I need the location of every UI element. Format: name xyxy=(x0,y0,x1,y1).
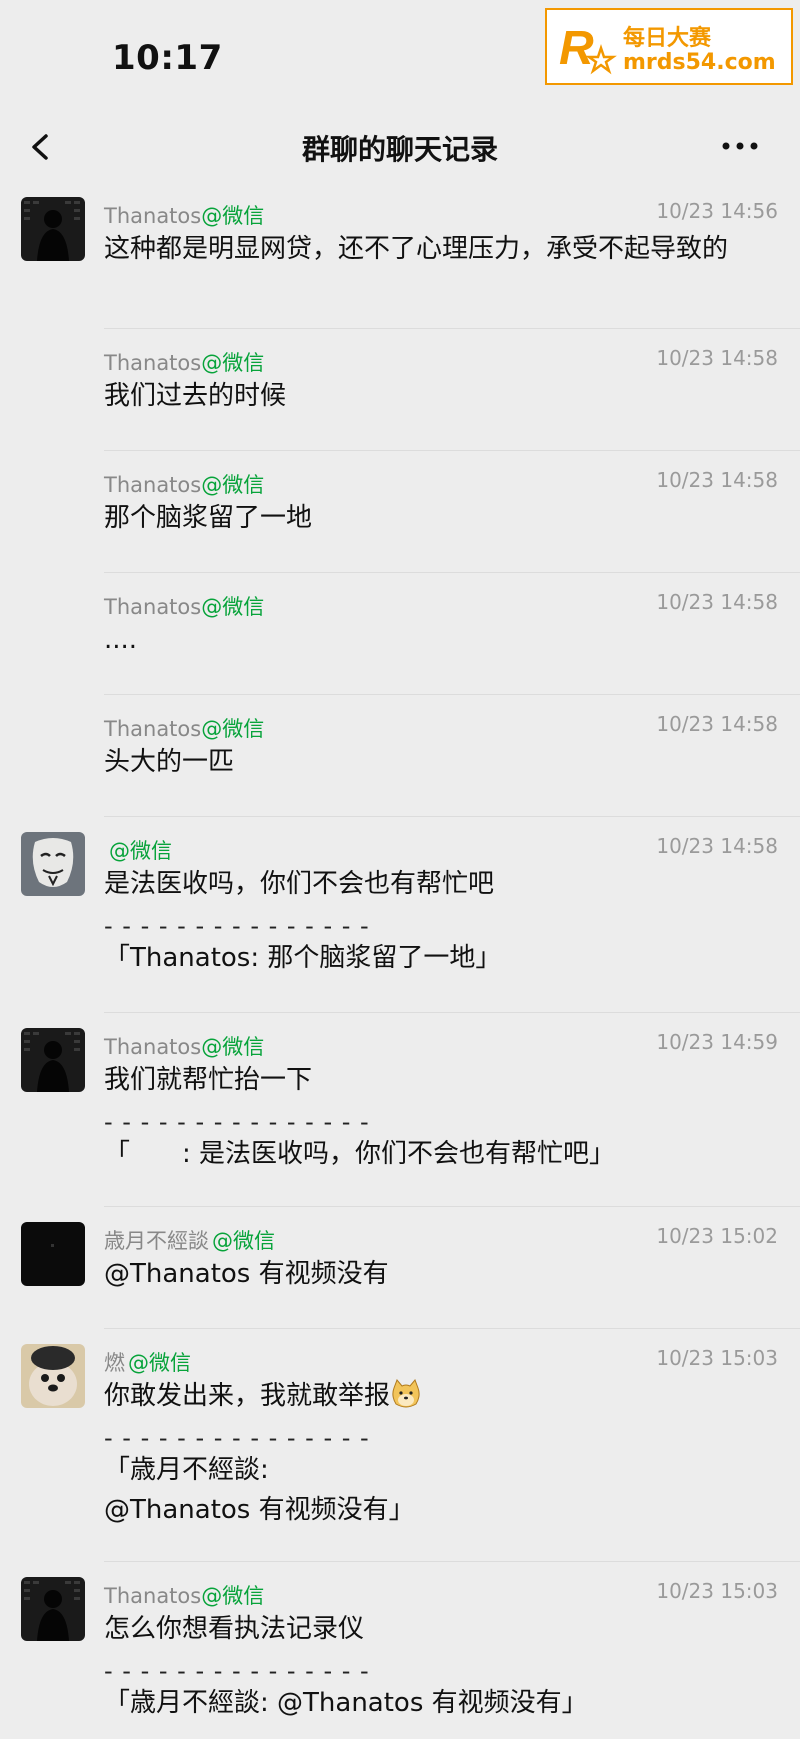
sender-wechat-tag: @微信 xyxy=(201,351,265,375)
message-timestamp: 10/23 14:58 xyxy=(656,834,778,858)
doge-emoji-icon xyxy=(392,1379,420,1408)
message-text: 是法医收吗，你们不会也有帮忙吧 xyxy=(104,869,495,899)
list-item[interactable]: 歳月不經談 @微信 10/23 15:02 @Thanatos 有视频没有 xyxy=(0,1207,800,1329)
avatar[interactable] xyxy=(21,1344,85,1408)
sender-name: Thanatos@微信 xyxy=(104,591,264,621)
svg-text:R: R xyxy=(559,22,594,75)
message-timestamp: 10/23 14:59 xyxy=(656,1030,778,1054)
message-text: 头大的一匹 xyxy=(104,747,235,777)
message-timestamp: 10/23 15:03 xyxy=(656,1346,778,1370)
quoted-message[interactable]: 「 : 是法医收吗，你们不会也有帮忙吧」 xyxy=(104,1135,615,1173)
avatar-dog-icon xyxy=(21,1344,85,1408)
sender-nickname: Thanatos xyxy=(104,1035,202,1059)
message-text: @Thanatos 有视频没有 xyxy=(104,1259,389,1289)
sender-nickname: Thanatos xyxy=(104,204,202,228)
watermark-title: 每日大赛 xyxy=(623,26,712,51)
sender-wechat-tag: @微信 xyxy=(128,1351,191,1375)
message-text: 怎么你想看执法记录仪 xyxy=(104,1614,365,1644)
status-time: 10:17 xyxy=(112,38,223,78)
sender-nickname: Thanatos xyxy=(104,351,202,375)
sender-name: Thanatos@微信 xyxy=(104,347,264,377)
sender-name: @微信 xyxy=(104,835,172,865)
sender-wechat-tag: @微信 xyxy=(201,1035,265,1059)
message-timestamp: 10/23 14:58 xyxy=(656,590,778,614)
message-text: .... xyxy=(104,625,138,655)
message-timestamp: 10/23 14:58 xyxy=(656,712,778,736)
message-timestamp: 10/23 15:02 xyxy=(656,1224,778,1248)
sender-name: Thanatos@微信 xyxy=(104,200,264,230)
quoted-message[interactable]: 「歳月不經談: @Thanatos 有视频没有」 xyxy=(104,1684,588,1722)
list-item[interactable]: Thanatos@微信 10/23 14:58 头大的一匹 xyxy=(0,695,800,817)
avatar-black-icon xyxy=(21,1222,85,1286)
sender-wechat-tag: @微信 xyxy=(201,473,265,497)
message-text: 你敢发出来，我就敢举报 xyxy=(104,1381,391,1411)
quoted-message[interactable]: 「Thanatos: 那个脑浆留了一地」 xyxy=(104,939,501,977)
list-item[interactable]: Thanatos@微信 10/23 14:58 .... xyxy=(0,573,800,695)
sender-wechat-tag: @微信 xyxy=(201,1584,265,1608)
message-text: 那个脑浆留了一地 xyxy=(104,503,313,533)
list-item[interactable]: Thanatos@微信 10/23 14:59 我们就帮忙抬一下 - - - -… xyxy=(0,1013,800,1207)
avatar-dark-figure-icon xyxy=(21,197,85,261)
message-text: 这种都是明显网贷，还不了心理压力，承受不起导致的 xyxy=(104,234,729,264)
avatar[interactable] xyxy=(21,1577,85,1641)
page-title: 群聊的聊天记录 xyxy=(301,133,498,166)
list-item[interactable]: @微信 10/23 14:58 是法医收吗，你们不会也有帮忙吧 - - - - … xyxy=(0,817,800,1013)
message-text: 我们过去的时候 xyxy=(104,381,287,411)
sender-name: Thanatos@微信 xyxy=(104,469,264,499)
avatar[interactable] xyxy=(21,1222,85,1286)
quoted-message[interactable]: 「歳月不經談: xyxy=(104,1451,269,1489)
watermark-r-star-icon: R xyxy=(559,22,617,75)
chat-history-list[interactable]: Thanatos@微信 10/23 14:56 这种都是明显网贷，还不了心理压力… xyxy=(0,182,800,1739)
quote-divider: - - - - - - - - - - - - - - - xyxy=(104,912,370,940)
message-timestamp: 10/23 14:58 xyxy=(656,468,778,492)
list-item[interactable]: Thanatos@微信 10/23 14:56 这种都是明显网贷，还不了心理压力… xyxy=(0,182,800,329)
sender-nickname: Thanatos xyxy=(104,1584,202,1608)
message-timestamp: 10/23 14:58 xyxy=(656,346,778,370)
avatar-dark-figure-icon xyxy=(21,1577,85,1641)
sender-wechat-tag: @微信 xyxy=(109,839,172,863)
avatar[interactable] xyxy=(21,832,85,896)
quote-divider: - - - - - - - - - - - - - - - xyxy=(104,1424,370,1452)
avatar-mask-icon xyxy=(21,832,85,896)
message-text-container: 你敢发出来，我就敢举报 xyxy=(104,1377,784,1415)
sender-name: 歳月不經談 @微信 xyxy=(104,1225,275,1255)
quote-divider: - - - - - - - - - - - - - - - xyxy=(104,1108,370,1136)
sender-name: 燃 @微信 xyxy=(104,1347,191,1377)
sender-nickname: 歳月不經談 xyxy=(104,1229,209,1253)
avatar-dark-figure-icon xyxy=(21,1028,85,1092)
sender-name: Thanatos@微信 xyxy=(104,1031,264,1061)
sender-name: Thanatos@微信 xyxy=(104,713,264,743)
sender-nickname: 燃 xyxy=(104,1351,125,1375)
list-item[interactable]: Thanatos@微信 10/23 15:03 怎么你想看执法记录仪 - - -… xyxy=(0,1562,800,1739)
sender-wechat-tag: @微信 xyxy=(201,595,265,619)
sender-wechat-tag: @微信 xyxy=(212,1229,275,1253)
sender-nickname: Thanatos xyxy=(104,595,202,619)
list-item[interactable]: 燃 @微信 10/23 15:03 你敢发出来，我就敢举报 - - - - - -… xyxy=(0,1329,800,1562)
sender-name: Thanatos@微信 xyxy=(104,1580,264,1610)
avatar[interactable] xyxy=(21,197,85,261)
sender-wechat-tag: @微信 xyxy=(201,204,265,228)
message-text: 我们就帮忙抬一下 xyxy=(104,1065,313,1095)
message-timestamp: 10/23 14:56 xyxy=(656,199,778,223)
message-timestamp: 10/23 15:03 xyxy=(656,1579,778,1603)
sender-wechat-tag: @微信 xyxy=(201,717,265,741)
quoted-message-line2[interactable]: @Thanatos 有视频没有」 xyxy=(104,1491,415,1529)
sender-nickname: Thanatos xyxy=(104,717,202,741)
watermark-logo: R 每日大赛 mrds54.com xyxy=(545,8,793,85)
quote-divider: - - - - - - - - - - - - - - - xyxy=(104,1657,370,1685)
list-item[interactable]: Thanatos@微信 10/23 14:58 那个脑浆留了一地 xyxy=(0,451,800,573)
more-dots-icon[interactable] xyxy=(716,126,764,166)
avatar[interactable] xyxy=(21,1028,85,1092)
sender-nickname: Thanatos xyxy=(104,473,202,497)
watermark-url: mrds54.com xyxy=(623,50,776,75)
list-item[interactable]: Thanatos@微信 10/23 14:58 我们过去的时候 xyxy=(0,329,800,451)
nav-bar: 群聊的聊天记录 xyxy=(0,112,800,182)
